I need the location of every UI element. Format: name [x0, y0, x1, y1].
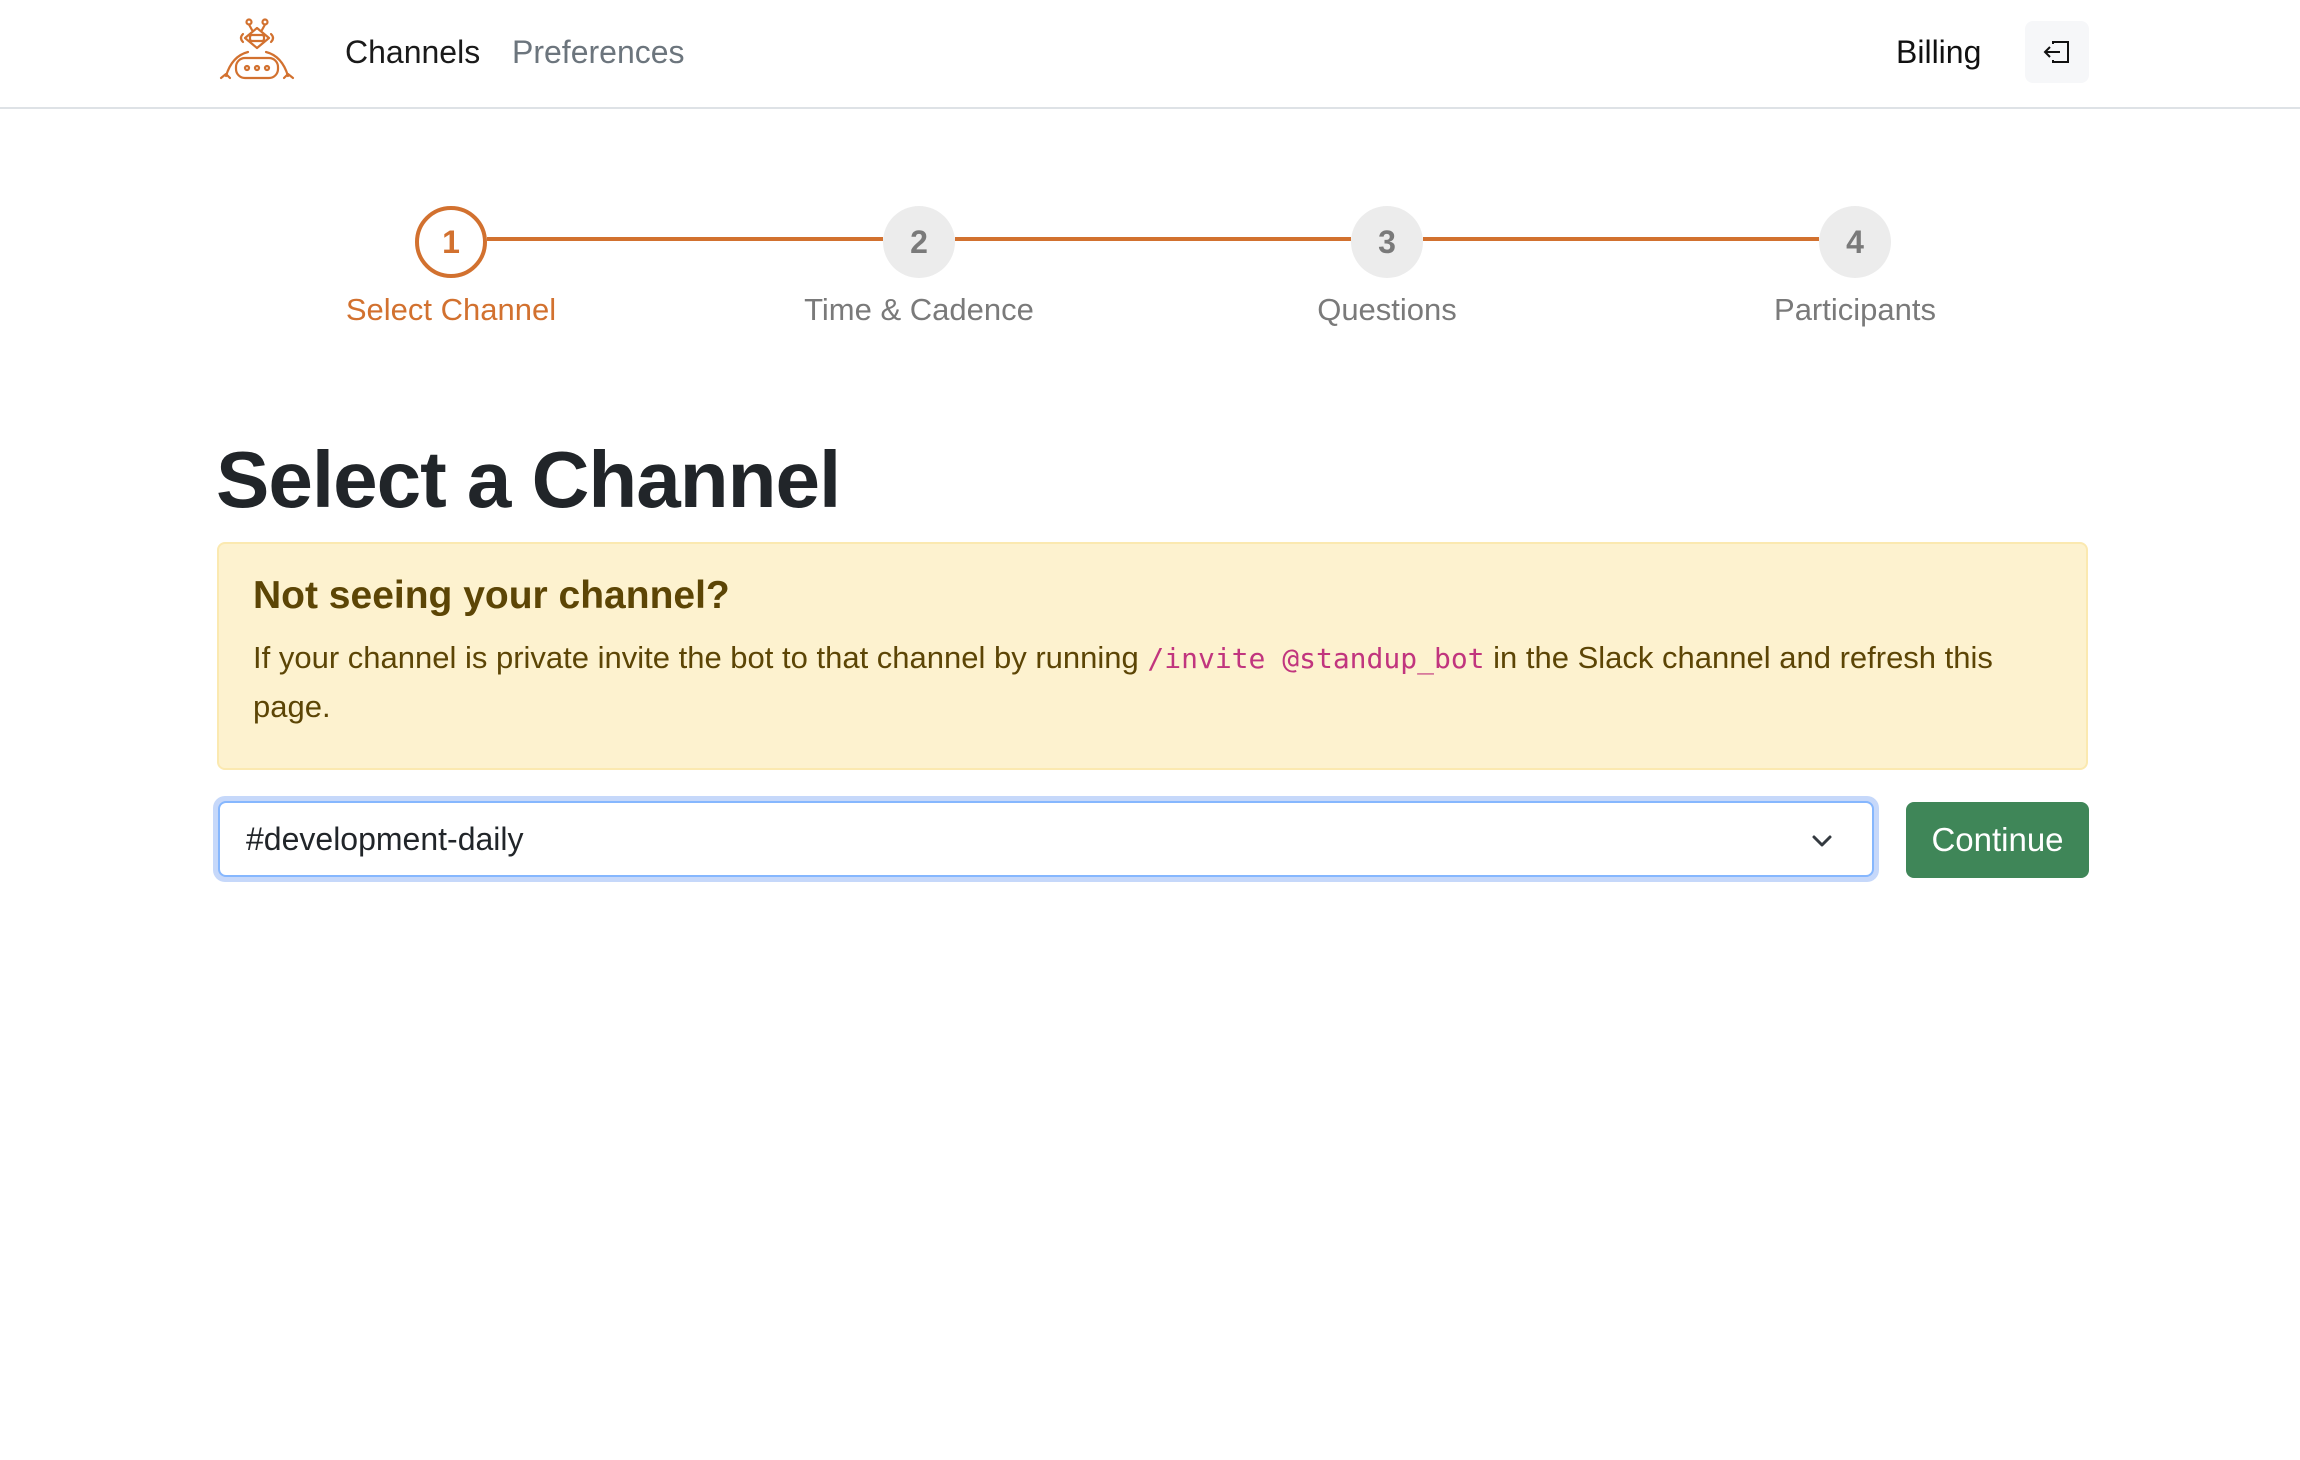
alert-text-before: If your channel is private invite the bo…: [253, 640, 1148, 675]
progress-stepper: 1 2 3 4 Select Channel Time & Cadence Qu…: [0, 0, 2300, 340]
step-connector: [487, 237, 883, 241]
step-1-circle[interactable]: 1: [415, 206, 487, 278]
step-4-label: Participants: [1774, 292, 1936, 327]
channel-select[interactable]: #development-daily: [218, 801, 1874, 877]
invite-command: /invite @standup_bot: [1147, 642, 1485, 675]
private-channel-alert: Not seeing your channel? If your channel…: [217, 542, 2088, 770]
continue-button[interactable]: Continue: [1906, 802, 2089, 878]
step-connector: [1423, 237, 1819, 241]
page-title: Select a Channel: [216, 435, 841, 524]
channel-select-focus-ring: #development-daily: [213, 796, 1879, 882]
step-2-circle[interactable]: 2: [883, 206, 955, 278]
chevron-down-icon: [1812, 835, 1832, 847]
step-connector: [955, 237, 1351, 241]
alert-text: If your channel is private invite the bo…: [253, 634, 2052, 731]
step-1-label: Select Channel: [345, 292, 557, 327]
step-3-circle[interactable]: 3: [1351, 206, 1423, 278]
channel-select-value: #development-daily: [246, 820, 524, 857]
step-4-circle[interactable]: 4: [1819, 206, 1891, 278]
alert-heading: Not seeing your channel?: [253, 574, 730, 617]
step-3-label: Questions: [1317, 292, 1457, 327]
step-2-label: Time & Cadence: [804, 292, 1034, 327]
